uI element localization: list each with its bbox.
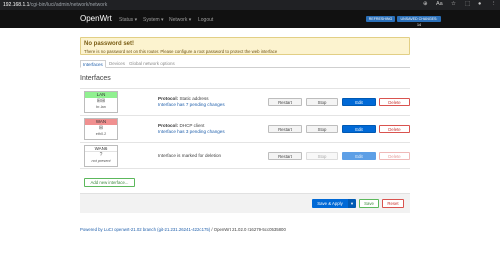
reset-button[interactable]: Reset (382, 199, 404, 208)
tab-devices[interactable]: Devices (107, 60, 127, 68)
star-icon[interactable]: ☆ (451, 1, 456, 7)
refreshing-badge[interactable]: REFRESHING (366, 16, 395, 22)
unsaved-changes-badge[interactable]: UNSAVED CHANGES: 14 (397, 16, 441, 27)
interface-info: Interface is marked for deletion (158, 153, 221, 159)
save-apply-dropdown-icon[interactable]: ▾ (348, 199, 356, 208)
deletion-status: Interface is marked for deletion (158, 153, 222, 158)
section-title: Interfaces (80, 75, 111, 82)
interface-device: not present (91, 159, 111, 163)
menu-logout[interactable]: Logout (198, 17, 213, 23)
edit-button[interactable]: Edit (342, 98, 376, 106)
protocol-label: Protocol: (158, 123, 179, 128)
delete-button[interactable]: Delete (379, 98, 410, 106)
ethernet-port-icon: ⊞ (98, 125, 104, 131)
restart-button[interactable]: Restart (268, 125, 302, 133)
firmware-version: / OpenWrt 21.02.0 r16279-5cc0535800 (210, 227, 286, 232)
password-alert: No password set! There is no password se… (80, 37, 410, 55)
interface-badge-lan: LAN ⊞⊞ br-lan (84, 91, 118, 113)
menu-status[interactable]: Status ▾ (119, 17, 137, 23)
interface-row-wan6: WAN6 ? not present Interface is marked f… (80, 142, 410, 169)
edit-button[interactable]: Edit (342, 125, 376, 133)
edit-button[interactable]: Edit (342, 152, 376, 160)
protocol-label: Protocol: (158, 96, 179, 101)
stop-button[interactable]: Stop (306, 152, 338, 160)
pending-changes-link[interactable]: Interface has 7 pending changes (158, 102, 225, 108)
alert-title: No password set! (84, 41, 135, 47)
browser-toolbar: 192.168.1.1/cgi-bin/luci/admin/network/n… (0, 0, 500, 10)
powered-by: Powered by LuCI openwrt-21.02 branch (gi… (80, 227, 286, 232)
interface-row-lan: LAN ⊞⊞ br-lan Protocol: Static address I… (80, 88, 410, 115)
question-icon: ? (99, 152, 103, 158)
reader-icon[interactable]: Aa (436, 1, 443, 7)
luci-link[interactable]: Powered by LuCI openwrt-21.02 branch (gi… (80, 227, 210, 232)
stop-button[interactable]: Stop (306, 98, 338, 106)
alert-text: There is no password set on this router.… (84, 49, 278, 54)
interface-device: eth0.2 (95, 132, 107, 136)
save-button[interactable]: Save (359, 199, 379, 208)
restart-button[interactable]: Restart (268, 152, 302, 160)
menu-icon[interactable]: ⋮ (491, 1, 497, 7)
extensions-icon[interactable]: ⬚ (465, 1, 470, 7)
profile-icon[interactable]: ● (478, 1, 481, 7)
restart-button[interactable]: Restart (268, 98, 302, 106)
zoom-icon[interactable]: ⊕ (423, 1, 428, 7)
luci-header: OpenWrt Status ▾ System ▾ Network ▾ Logo… (0, 10, 500, 28)
interface-device: br-lan (96, 105, 106, 109)
interface-info: Protocol: DHCP client Interface has 3 pe… (158, 123, 225, 135)
save-apply-button[interactable]: Save & Apply (312, 199, 348, 208)
tab-interfaces[interactable]: Interfaces (80, 60, 106, 68)
delete-button[interactable]: Delete (379, 125, 410, 133)
protocol-value: DHCP client (179, 123, 205, 128)
tab-bar: Interfaces Devices Global network option… (80, 60, 410, 68)
bridge-icon: ⊞⊞ (96, 98, 106, 104)
menu-network[interactable]: Network ▾ (169, 17, 191, 23)
url-host: 192.168.1.1 (3, 2, 30, 8)
url-path: /cgi-bin/luci/admin/network/network (29, 2, 108, 8)
interface-badge-wan: WAN ⊞ eth0.2 (84, 118, 118, 140)
stop-button[interactable]: Stop (306, 125, 338, 133)
page-actions: Save & Apply ▾ Save Reset (80, 193, 410, 213)
protocol-value: Static address (179, 96, 209, 101)
address-bar[interactable]: 192.168.1.1/cgi-bin/luci/admin/network/n… (3, 2, 107, 8)
pending-changes-link[interactable]: Interface has 3 pending changes (158, 129, 225, 135)
brand-logo[interactable]: OpenWrt (80, 14, 112, 23)
delete-button[interactable]: Delete (379, 152, 410, 160)
interface-info: Protocol: Static address Interface has 7… (158, 96, 225, 108)
interface-badge-wan6: WAN6 ? not present (84, 145, 118, 167)
add-interface-button[interactable]: Add new interface... (84, 178, 135, 187)
interface-row-wan: WAN ⊞ eth0.2 Protocol: DHCP client Inter… (80, 115, 410, 142)
tab-global-network-options[interactable]: Global network options (127, 60, 177, 68)
menu-system[interactable]: System ▾ (143, 17, 164, 23)
